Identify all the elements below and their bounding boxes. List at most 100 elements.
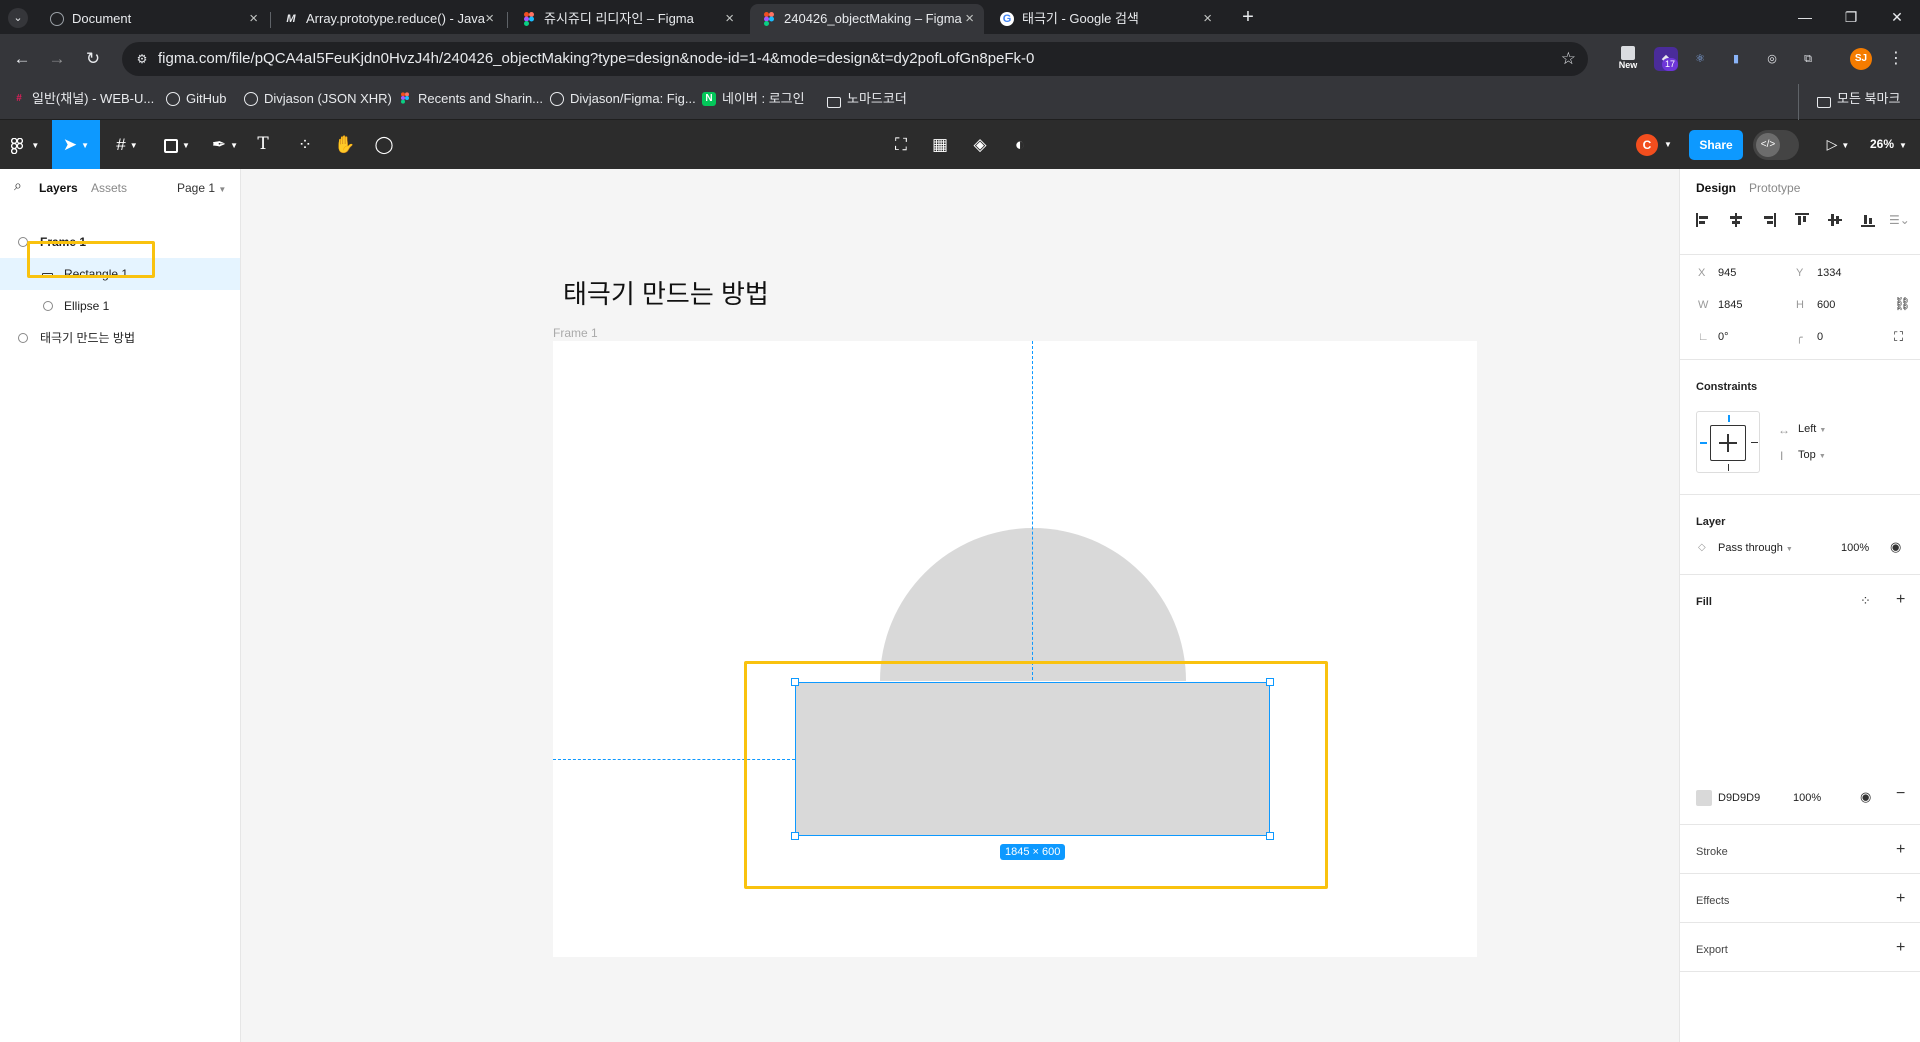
align-vertical-center-icon[interactable]: [1828, 213, 1842, 227]
align-right-icon[interactable]: [1762, 213, 1776, 227]
main-menu-button[interactable]: ▼: [0, 120, 50, 169]
constraint-top-active[interactable]: [1728, 415, 1730, 422]
new-tab-button[interactable]: +: [1235, 4, 1261, 30]
fill-visibility-eye-icon[interactable]: ◉: [1860, 789, 1871, 805]
constraint-bottom[interactable]: [1728, 464, 1729, 471]
x-field[interactable]: 945: [1718, 267, 1736, 279]
width-field[interactable]: 1845: [1718, 299, 1742, 311]
minimize-icon[interactable]: —: [1782, 0, 1828, 34]
browser-tab[interactable]: 쥬시쥬디 리디자인 – Figma ×: [510, 4, 744, 34]
browser-menu-icon[interactable]: ⋮: [1884, 47, 1908, 71]
bookmark-folder[interactable]: 노마드코더: [827, 84, 907, 120]
corner-radius-field[interactable]: 0: [1817, 331, 1823, 343]
fill-color-swatch[interactable]: [1696, 790, 1712, 806]
constrain-proportions-icon[interactable]: ⛓: [1894, 296, 1911, 312]
frame-label[interactable]: Frame 1: [553, 326, 598, 340]
vertical-constraint-select[interactable]: Top ▼: [1798, 449, 1826, 461]
align-horizontal-center-icon[interactable]: [1729, 213, 1743, 227]
shape-tool-button[interactable]: ▼: [156, 120, 198, 169]
site-info-icon[interactable]: ⚙: [132, 49, 152, 69]
add-export-plus-icon[interactable]: +: [1896, 939, 1905, 957]
window-close-icon[interactable]: ✕: [1874, 0, 1920, 34]
canvas-title-text[interactable]: 태극기 만드는 방법: [563, 274, 769, 311]
text-tool-button[interactable]: T: [251, 120, 275, 169]
height-field[interactable]: 600: [1817, 299, 1835, 311]
constraints-widget[interactable]: [1696, 411, 1760, 473]
resources-tool-button[interactable]: ⁘: [293, 120, 317, 169]
profile-avatar[interactable]: SJ: [1850, 48, 1872, 70]
bookmark-item[interactable]: Divjason/Figma: Fig...: [550, 84, 696, 120]
frame-tool-button[interactable]: # ▼: [106, 120, 148, 169]
bookmark-star-icon[interactable]: ☆: [1561, 42, 1576, 76]
auto-layout-button[interactable]: ▦: [928, 120, 952, 169]
design-canvas[interactable]: 태극기 만드는 방법 Frame 1 1845 × 600 ?: [241, 169, 1905, 1042]
add-fill-plus-icon[interactable]: +: [1896, 591, 1905, 609]
bookmark-item[interactable]: Recents and Sharin...: [398, 84, 543, 120]
share-button[interactable]: Share: [1689, 130, 1743, 160]
remove-fill-minus-icon[interactable]: −: [1896, 785, 1905, 803]
close-icon[interactable]: ×: [725, 4, 734, 34]
bookmark-item[interactable]: Divjason (JSON XHR): [244, 84, 392, 120]
present-button[interactable]: ▷ ▼: [1823, 120, 1853, 169]
url-omnibox[interactable]: ⚙ figma.com/file/pQCA4aI5FeuKjdn0HvzJ4h/…: [122, 42, 1588, 76]
tab-search-button[interactable]: ⌄: [8, 8, 28, 28]
collaborator-avatar[interactable]: C: [1636, 134, 1658, 156]
extensions-puzzle-icon[interactable]: ⧉: [1796, 47, 1820, 71]
react-devtools-icon[interactable]: ⚛: [1688, 47, 1712, 71]
extension-new-icon[interactable]: New: [1614, 46, 1642, 72]
search-icon[interactable]: ⌕: [14, 177, 22, 194]
page-selector[interactable]: Page 1 ▼: [177, 181, 226, 195]
zoom-level[interactable]: 26% ▼: [1870, 120, 1907, 170]
tab-assets[interactable]: Assets: [91, 181, 127, 195]
distribute-icon[interactable]: ☰⌄: [1889, 213, 1913, 227]
extension-doc-icon[interactable]: ▮: [1724, 47, 1748, 71]
rotation-field[interactable]: 0°: [1718, 331, 1729, 343]
align-bottom-icon[interactable]: [1861, 213, 1875, 227]
fill-hex-field[interactable]: D9D9D9: [1718, 792, 1760, 804]
close-icon[interactable]: ×: [1203, 4, 1212, 34]
constraint-left-active[interactable]: [1700, 442, 1707, 444]
chevron-down-icon[interactable]: ▼: [1662, 120, 1674, 169]
restore-icon[interactable]: ❐: [1828, 0, 1874, 34]
url-text[interactable]: figma.com/file/pQCA4aI5FeuKjdn0HvzJ4h/24…: [158, 42, 1034, 76]
tab-design[interactable]: Design: [1696, 181, 1736, 195]
browser-tab-active[interactable]: 240426_objectMaking – Figma ×: [750, 4, 984, 34]
frame-selection-button[interactable]: ⛶: [889, 120, 913, 169]
layer-row-ellipse[interactable]: Ellipse 1: [0, 290, 240, 322]
back-icon[interactable]: ←: [9, 46, 35, 72]
close-icon[interactable]: ×: [965, 4, 974, 34]
browser-tab[interactable]: G 태극기 - Google 검색 ×: [988, 4, 1222, 34]
visibility-eye-icon[interactable]: ◉: [1890, 539, 1901, 555]
hand-tool-button[interactable]: ✋: [333, 120, 357, 169]
independent-corners-icon[interactable]: ⛶: [1894, 329, 1903, 345]
bookmark-item[interactable]: N 네이버 : 로그인: [702, 84, 805, 120]
style-grid-icon[interactable]: ⁘: [1860, 593, 1871, 609]
blend-mode-select[interactable]: Pass through ▼: [1718, 542, 1793, 554]
comment-tool-button[interactable]: ◯: [372, 120, 396, 169]
extension-record-icon[interactable]: ◎: [1760, 47, 1784, 71]
move-tool-button[interactable]: ➤ ▼: [52, 120, 100, 169]
browser-tab[interactable]: M Array.prototype.reduce() - Java ×: [272, 4, 504, 34]
component-button[interactable]: ◈: [968, 120, 992, 169]
bookmark-item[interactable]: # 일반(채널) - WEB-U...: [12, 84, 154, 120]
layer-opacity-field[interactable]: 100%: [1841, 542, 1869, 554]
all-bookmarks[interactable]: 모든 북마크: [1798, 84, 1900, 120]
bookmark-item[interactable]: GitHub: [166, 84, 226, 120]
dev-mode-toggle[interactable]: </>: [1753, 130, 1799, 160]
fill-opacity-field[interactable]: 100%: [1793, 792, 1821, 804]
tab-prototype[interactable]: Prototype: [1749, 181, 1800, 195]
reload-icon[interactable]: ↻: [80, 46, 106, 72]
close-icon[interactable]: ×: [249, 4, 258, 34]
add-effect-plus-icon[interactable]: +: [1896, 890, 1905, 908]
align-left-icon[interactable]: [1696, 213, 1710, 227]
close-icon[interactable]: ×: [485, 4, 494, 34]
constraint-right[interactable]: [1751, 442, 1758, 443]
forward-icon[interactable]: →: [44, 46, 70, 72]
horizontal-constraint-select[interactable]: Left ▼: [1798, 423, 1826, 435]
pen-tool-button[interactable]: ✒ ▼: [204, 120, 246, 169]
align-top-icon[interactable]: [1795, 213, 1809, 227]
layer-row-text[interactable]: 태극기 만드는 방법: [0, 322, 240, 354]
add-stroke-plus-icon[interactable]: +: [1896, 841, 1905, 859]
browser-tab[interactable]: Document ×: [38, 4, 268, 34]
mask-button[interactable]: ◐: [1008, 120, 1032, 169]
